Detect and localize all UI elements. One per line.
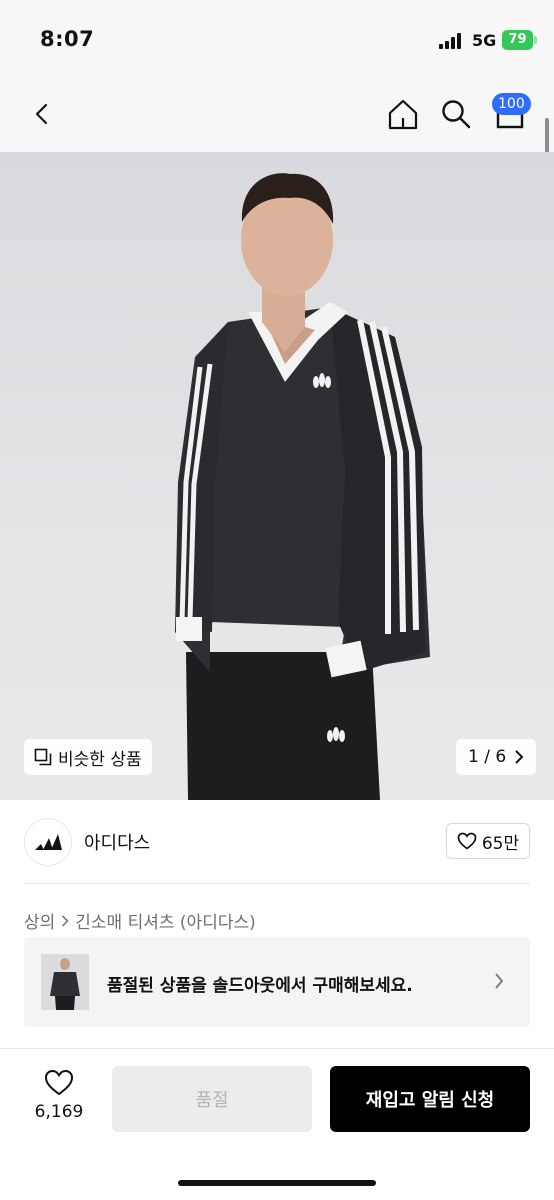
battery-tip [534, 36, 537, 44]
nav-bar [0, 82, 554, 152]
product-image[interactable] [0, 152, 554, 800]
wishlist-count: 6,169 [34, 1102, 84, 1122]
signal-icon [439, 33, 463, 49]
wishlist-button[interactable]: 6,169 [30, 1069, 88, 1122]
home-icon [388, 99, 418, 130]
similar-products-button[interactable]: 비슷한 상품 [24, 739, 152, 775]
bottom-action-bar: 6,169 품절 재입고 알림 신청 [0, 1049, 554, 1200]
brand-like-count: 65만 [481, 833, 520, 854]
cart-count-badge: 100 [492, 93, 531, 115]
breadcrumb: 상의 긴소매 티셔츠 (아디다스) [24, 908, 256, 933]
brand-name[interactable]: 아디다스 [84, 829, 150, 855]
chevron-right-icon [62, 914, 69, 927]
gallery-page-indicator: 1 / 6 [468, 747, 507, 767]
similar-products-label: 비슷한 상품 [58, 749, 142, 770]
status-bar: 8:07 5G 79 [0, 0, 554, 82]
battery-icon: 79 [502, 30, 533, 50]
chevron-right-icon [515, 750, 524, 764]
soldout-banner-text: 품절된 상품을 솔드아웃에서 구매해보세요. [107, 976, 413, 996]
heart-icon [44, 1069, 74, 1096]
chevron-right-icon [495, 973, 504, 989]
brand-logo[interactable] [24, 818, 72, 866]
brand-row: 아디다스 65만 [0, 800, 554, 884]
brand-like-button[interactable]: 65만 [446, 823, 530, 859]
soldout-banner[interactable]: 품절된 상품을 솔드아웃에서 구매해보세요. [24, 937, 530, 1027]
home-indicator [178, 1180, 376, 1186]
copy-icon [34, 748, 52, 766]
soldout-button: 품절 [112, 1066, 312, 1132]
restock-alert-button[interactable]: 재입고 알림 신청 [330, 1066, 530, 1132]
status-time: 8:07 [40, 27, 95, 51]
chevron-left-icon [35, 103, 48, 125]
product-photo [175, 173, 430, 800]
breadcrumb-category[interactable]: 상의 [24, 908, 55, 933]
battery-level: 79 [508, 32, 527, 47]
breadcrumb-subcategory[interactable]: 긴소매 티셔츠 (아디다스) [75, 908, 255, 933]
product-thumbnail [41, 954, 89, 1010]
search-button[interactable] [434, 92, 478, 136]
gallery-page-button[interactable]: 1 / 6 [456, 739, 537, 775]
divider [24, 883, 530, 884]
heart-icon [457, 832, 477, 850]
home-button[interactable] [381, 92, 425, 136]
adidas-logo-icon [35, 834, 62, 850]
search-icon [442, 100, 471, 129]
back-button[interactable] [20, 92, 64, 136]
network-type: 5G [472, 31, 497, 50]
